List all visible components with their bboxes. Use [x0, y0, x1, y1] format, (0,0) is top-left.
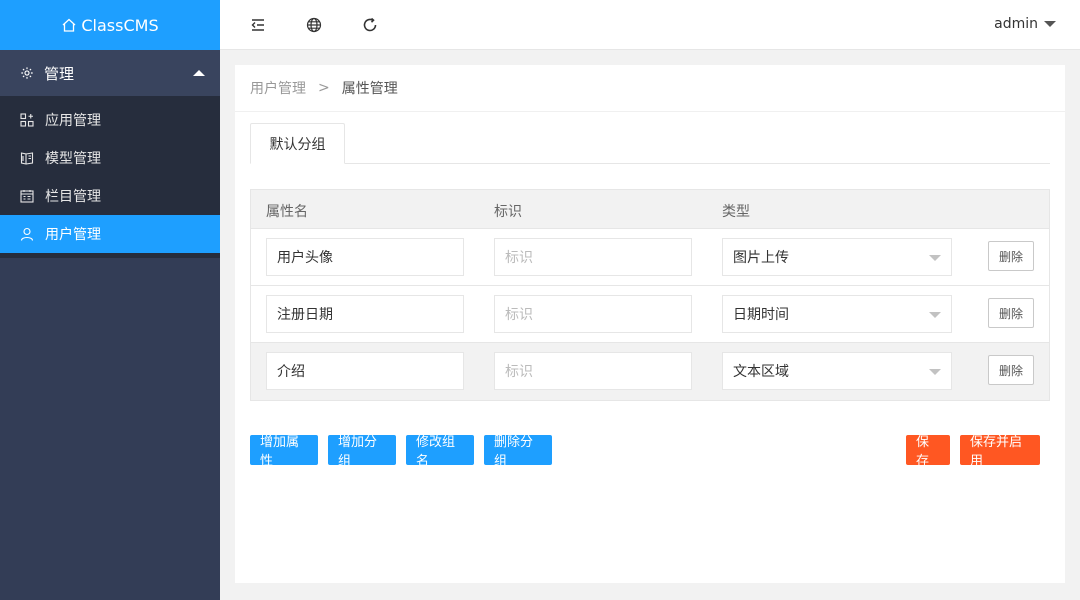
globe-icon[interactable]	[306, 17, 322, 33]
type-select[interactable]: 日期时间	[722, 295, 952, 333]
menu-group-label: 管理	[44, 64, 75, 83]
sidebar-item-models[interactable]: 模型管理	[0, 139, 220, 177]
chevron-down-icon	[929, 255, 941, 261]
breadcrumb-parent[interactable]: 用户管理	[250, 78, 306, 98]
logo[interactable]: ClassCMS	[0, 0, 220, 50]
gear-icon	[21, 67, 33, 79]
table-header: 属性名 标识 类型	[251, 190, 1049, 229]
content-card: 用户管理 > 属性管理 默认分组 属性名 标识 类型 用户头像 标识 图片上传 …	[235, 65, 1065, 583]
delete-button[interactable]: 删除	[988, 241, 1034, 271]
app-title: ClassCMS	[81, 15, 159, 35]
table-row: 用户头像 标识 图片上传 删除	[251, 229, 1049, 286]
table-row: 介绍 标识 文本区域 删除	[251, 343, 1049, 400]
submenu: 应用管理 模型管理 栏目管理 用户管理	[0, 96, 220, 258]
identifier-input[interactable]: 标识	[494, 295, 692, 333]
user-menu[interactable]: admin	[994, 16, 1056, 32]
save-and-enable-button[interactable]: 保存并启用	[960, 435, 1040, 469]
attr-name-input[interactable]: 注册日期	[266, 295, 464, 333]
breadcrumb: 用户管理 > 属性管理	[235, 65, 1065, 112]
delete-button[interactable]: 删除	[988, 298, 1034, 328]
header: admin	[220, 0, 1080, 50]
type-select-value: 图片上传	[733, 250, 789, 266]
refresh-icon[interactable]	[362, 17, 378, 33]
menu-collapse-icon[interactable]	[250, 17, 266, 33]
chevron-down-icon	[929, 369, 941, 375]
type-select-value: 文本区域	[733, 364, 789, 380]
sidebar-item-label: 模型管理	[45, 151, 101, 167]
delete-button[interactable]: 删除	[988, 355, 1034, 385]
menu-group-manage[interactable]: 管理	[0, 50, 220, 96]
type-select-value: 日期时间	[733, 307, 789, 323]
home-icon	[62, 18, 76, 32]
sidebar-item-apps[interactable]: 应用管理	[0, 101, 220, 139]
caret-down-icon	[1044, 21, 1056, 27]
sidebar-item-label: 用户管理	[45, 227, 101, 243]
model-icon	[20, 152, 34, 165]
rename-group-button[interactable]: 修改组名	[406, 435, 474, 469]
sidebar-item-label: 栏目管理	[45, 189, 101, 205]
chevron-down-icon	[929, 312, 941, 318]
type-select[interactable]: 文本区域	[722, 352, 952, 390]
header-type: 类型	[722, 204, 750, 220]
attr-name-input[interactable]: 介绍	[266, 352, 464, 390]
user-icon	[20, 227, 34, 241]
sidebar: ClassCMS 管理 应用管理 模型管理 栏目管理 用户管理	[0, 0, 220, 600]
sidebar-item-label: 应用管理	[45, 113, 101, 129]
breadcrumb-separator: >	[318, 80, 330, 96]
tab-bar: 默认分组	[250, 123, 1050, 164]
table-row: 注册日期 标识 日期时间 删除	[251, 286, 1049, 343]
type-select[interactable]: 图片上传	[722, 238, 952, 276]
identifier-input[interactable]: 标识	[494, 352, 692, 390]
tab-default-group[interactable]: 默认分组	[250, 123, 345, 164]
breadcrumb-current: 属性管理	[341, 81, 398, 97]
user-name: admin	[994, 16, 1038, 32]
header-identifier: 标识	[494, 204, 522, 220]
apps-icon	[20, 113, 34, 127]
column-icon	[20, 190, 34, 203]
caret-up-icon	[193, 70, 205, 76]
identifier-input[interactable]: 标识	[494, 238, 692, 276]
sidebar-item-columns[interactable]: 栏目管理	[0, 177, 220, 215]
header-attr-name: 属性名	[266, 204, 308, 220]
sidebar-item-users[interactable]: 用户管理	[0, 215, 220, 253]
add-attribute-button[interactable]: 增加属性	[250, 435, 318, 469]
add-group-button[interactable]: 增加分组	[328, 435, 396, 469]
attr-name-input[interactable]: 用户头像	[266, 238, 464, 276]
attribute-table: 属性名 标识 类型 用户头像 标识 图片上传 删除 注册日期 标识 日期时间 删…	[250, 189, 1050, 401]
save-button[interactable]: 保存	[906, 435, 950, 469]
delete-group-button[interactable]: 删除分组	[484, 435, 552, 469]
